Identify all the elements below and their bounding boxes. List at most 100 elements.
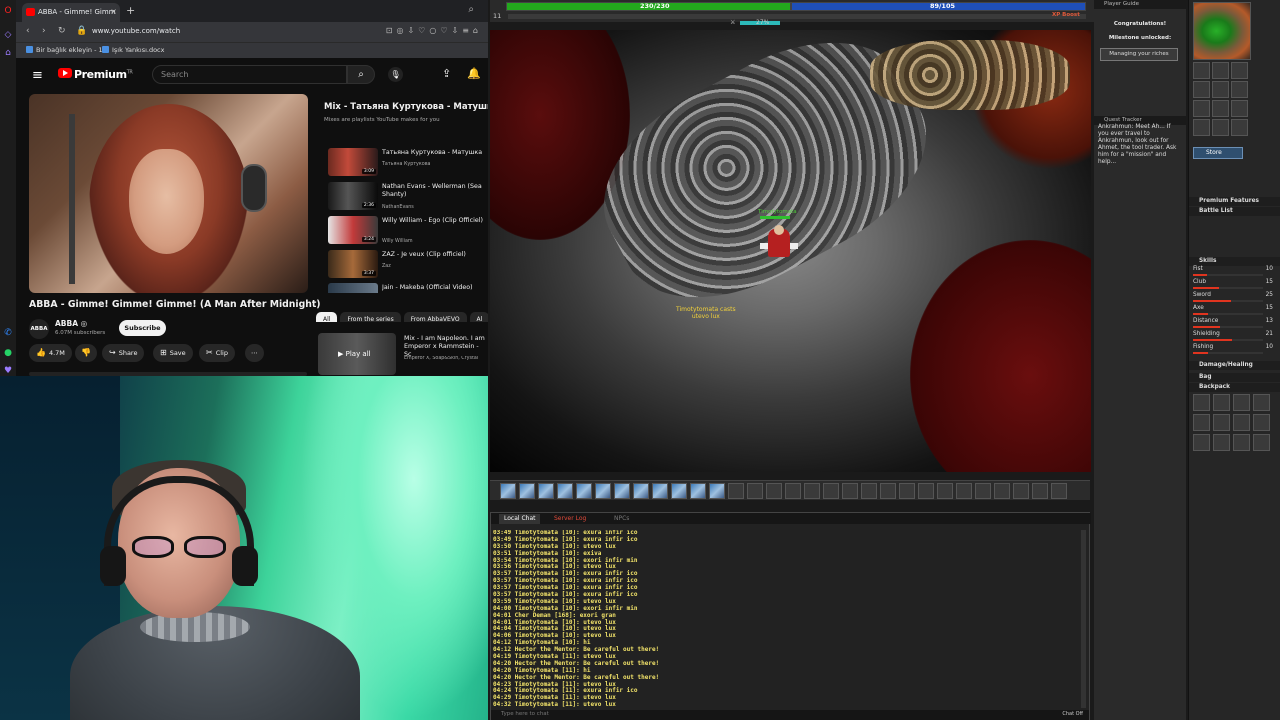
backpack-slot[interactable]	[1233, 394, 1250, 411]
backpack-slot[interactable]	[1213, 394, 1230, 411]
backpack-slot[interactable]	[1213, 414, 1230, 431]
hotbar-slot[interactable]	[975, 483, 991, 499]
minimap-controls[interactable]	[1253, 2, 1277, 62]
hotbar-slot[interactable]	[557, 483, 573, 499]
guide-milestone-button[interactable]: Managing your riches	[1100, 48, 1178, 61]
hotbar-slot[interactable]	[785, 483, 801, 499]
chip-more[interactable]: Al	[469, 312, 488, 322]
playlist-item[interactable]: 3:24 Willy William - Ego (Clip Officiel)…	[328, 216, 488, 248]
channel-name[interactable]: ABBA ◎	[55, 319, 87, 328]
equipment-slot[interactable]	[1231, 119, 1248, 136]
xp-boost-label[interactable]: XP Boost	[1052, 12, 1080, 18]
hotbar-slot[interactable]	[709, 483, 725, 499]
messenger-icon[interactable]: ✆	[3, 328, 13, 338]
bookmark-item[interactable]: Işık Yankısı.docx	[102, 46, 164, 54]
hotbar-slot[interactable]	[804, 483, 820, 499]
equipment-slot[interactable]	[1212, 119, 1229, 136]
notifications-icon[interactable]: 🔔	[467, 67, 481, 80]
hotbar-slot[interactable]	[519, 483, 535, 499]
hotbar-slot[interactable]	[652, 483, 668, 499]
equipment-slot[interactable]	[1231, 81, 1248, 98]
chip-abbavevo[interactable]: From AbbaVEVO	[403, 312, 467, 322]
more-actions-button[interactable]: ⋯	[245, 344, 264, 362]
backpack-slot[interactable]	[1233, 414, 1250, 431]
tab-local-chat[interactable]: Local Chat	[499, 514, 541, 524]
backpack-slot[interactable]	[1253, 414, 1270, 431]
search-input[interactable]: Search	[152, 65, 347, 84]
close-tab-icon[interactable]: ×	[110, 7, 117, 16]
equipment-slot[interactable]	[1231, 62, 1248, 79]
new-tab-icon[interactable]: +	[126, 4, 135, 17]
clip-button[interactable]: ✂ Clip	[199, 344, 235, 362]
hotbar-slot[interactable]	[671, 483, 687, 499]
backpack-slot[interactable]	[1193, 394, 1210, 411]
dislike-button[interactable]: 👎	[75, 344, 97, 362]
hotbar-slot[interactable]	[614, 483, 630, 499]
tab-npcs[interactable]: NPCs	[609, 514, 634, 524]
backpack-slot[interactable]	[1193, 434, 1210, 451]
backpack-slot[interactable]	[1233, 434, 1250, 451]
hotbar-slot[interactable]	[766, 483, 782, 499]
equipment-slot[interactable]	[1193, 81, 1210, 98]
hotbar-slot[interactable]	[576, 483, 592, 499]
heart-icon[interactable]: ♥	[3, 366, 13, 376]
equipment-slot[interactable]	[1212, 81, 1229, 98]
chat-input[interactable]: Type here to chat	[491, 710, 1089, 720]
url-field[interactable]: www.youtube.com/watch	[92, 25, 388, 39]
bookmark-item[interactable]: Bir bağlık ekleyin - 1...	[26, 46, 109, 54]
search-button[interactable]: ⌕	[347, 65, 375, 84]
store-button[interactable]: Store	[1193, 147, 1243, 159]
playlist-item[interactable]: Jain - Makeba (Official Video)	[328, 283, 488, 293]
tab-search-icon[interactable]: ⌕	[468, 4, 474, 15]
hotbar-slot[interactable]	[728, 483, 744, 499]
tab-youtube[interactable]: ABBA - Gimme! Gimm ×	[22, 3, 120, 22]
game-world-view[interactable]: Timotytomata Timotytomata casts utevo lux	[490, 30, 1091, 472]
minimap[interactable]	[1193, 2, 1251, 60]
home-icon[interactable]: ⌂	[3, 48, 13, 58]
chip-all[interactable]: All	[316, 312, 338, 322]
share-button[interactable]: ↪ Share	[102, 344, 145, 362]
premium-features-title[interactable]: Premium Features	[1189, 197, 1280, 206]
youtube-logo-icon[interactable]	[58, 68, 72, 78]
hotbar-slot[interactable]	[1013, 483, 1029, 499]
address-bar-icons[interactable]: ⊡◎⇩♡○♡⇩≡⌂	[386, 26, 482, 35]
equipment-slot[interactable]	[1212, 100, 1229, 117]
hotbar-slot[interactable]	[823, 483, 839, 499]
aria-icon[interactable]: ◇	[3, 30, 13, 40]
hotbar-slot[interactable]	[937, 483, 953, 499]
play-all-label[interactable]: ▶ Play all	[338, 350, 371, 358]
player-character[interactable]	[760, 225, 798, 261]
hotbar-slot[interactable]	[880, 483, 896, 499]
like-button[interactable]: 👍 4.7M	[29, 344, 72, 362]
chat-off-toggle[interactable]: Chat Off	[1062, 711, 1083, 717]
hotbar-slot[interactable]	[538, 483, 554, 499]
equipment-slot[interactable]	[1193, 100, 1210, 117]
hotbar-slot[interactable]	[842, 483, 858, 499]
chip-series[interactable]: From the series	[340, 312, 401, 322]
equipment-slot[interactable]	[1212, 62, 1229, 79]
tab-server-log[interactable]: Server Log	[549, 514, 591, 524]
hotbar-slot[interactable]	[918, 483, 934, 499]
recommended-thumbnail[interactable]: ▶ Play all	[318, 333, 396, 375]
subscribe-button[interactable]: Subscribe	[119, 320, 166, 336]
hotbar-slot[interactable]	[1032, 483, 1048, 499]
hotbar-slot[interactable]	[747, 483, 763, 499]
hotbar-slot[interactable]	[1051, 483, 1067, 499]
hotbar-slot[interactable]	[690, 483, 706, 499]
backpack-slot[interactable]	[1253, 394, 1270, 411]
backpack-slot[interactable]	[1253, 434, 1270, 451]
hotbar-slot[interactable]	[500, 483, 516, 499]
forward-icon[interactable]: ›	[42, 26, 46, 36]
youtube-brand[interactable]: PremiumTR	[74, 68, 133, 81]
menu-icon[interactable]: ≡	[32, 68, 43, 83]
hotbar-slot[interactable]	[994, 483, 1010, 499]
backpack-slot[interactable]	[1213, 434, 1230, 451]
channel-avatar[interactable]: ABBA	[29, 319, 49, 339]
back-icon[interactable]: ‹	[26, 26, 30, 36]
backpack-slot[interactable]	[1193, 414, 1210, 431]
hotbar-slot[interactable]	[956, 483, 972, 499]
whatsapp-icon[interactable]: ●	[3, 348, 13, 358]
reload-icon[interactable]: ↻	[58, 26, 66, 36]
hotbar-slot[interactable]	[861, 483, 877, 499]
chat-scrollbar[interactable]	[1081, 530, 1086, 708]
